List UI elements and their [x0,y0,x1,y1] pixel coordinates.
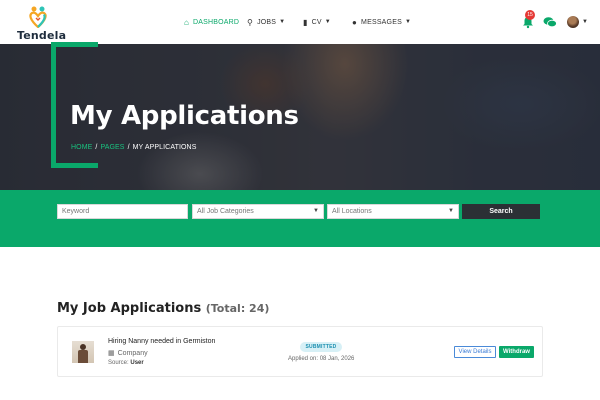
company-name: Company [117,350,148,357]
application-card: Hiring Nanny needed in Germiston ▦ Compan… [57,326,543,377]
notifications-button[interactable]: 15 [521,10,536,29]
building-icon: ▦ [108,350,115,357]
location-value: All Locations [332,208,372,215]
document-icon: ▮ [303,17,308,27]
nav-messages-label: MESSAGES [361,18,402,26]
chevron-down-icon: ▼ [404,19,412,25]
applications-total: (Total: 24) [205,302,270,315]
chevron-down-icon: ▼ [582,19,588,25]
breadcrumb-home[interactable]: HOME [71,144,92,151]
chat-icon: ● [352,17,358,27]
notification-count-badge: 15 [525,10,536,20]
location-select[interactable]: All Locations ▼ [327,204,459,219]
top-header: Tendela ⌂ DASHBOARD ⚲ JOBS ▼ ▮ CV ▼ ● ME… [0,0,600,44]
keyword-input[interactable]: Keyword [57,204,188,219]
page-title: My Applications [70,101,299,131]
nav-jobs-label: JOBS [257,18,277,26]
nav-cv[interactable]: ▮ CV ▼ [303,0,331,44]
chevron-down-icon: ▼ [448,208,454,214]
nav-dashboard-label: DASHBOARD [193,18,240,26]
company-line: ▦ Company [108,349,148,357]
view-details-button[interactable]: View Details [454,346,496,358]
applications-heading: My Job Applications (Total: 24) [57,301,269,316]
source-value: User [130,360,144,366]
chevron-down-icon: ▼ [313,208,319,214]
source-line: Source: User [108,360,144,366]
job-title[interactable]: Hiring Nanny needed in Germiston [108,338,215,345]
chevron-down-icon: ▼ [324,19,331,25]
source-label: Source: [108,360,129,366]
job-category-select[interactable]: All Job Categories ▼ [192,204,324,219]
brand-logo[interactable]: Tendela [17,6,66,42]
brand-name: Tendela [17,29,67,42]
header-icons: 15 ▼ [521,10,588,32]
search-icon: ⚲ [247,17,254,27]
search-button[interactable]: Search [462,204,540,219]
home-icon: ⌂ [184,17,190,27]
job-category-value: All Job Categories [197,208,254,215]
chevron-down-icon: ▼ [279,19,286,25]
breadcrumb: HOME / PAGES / MY APPLICATIONS [71,144,197,151]
avatar [567,16,580,28]
nav-cv-label: CV [311,18,322,26]
nav-jobs[interactable]: ⚲ JOBS ▼ [247,0,285,44]
user-menu[interactable]: ▼ [567,16,588,28]
heart-people-logo-icon [29,6,47,28]
applications-heading-text: My Job Applications [57,301,202,316]
job-thumbnail [72,341,94,363]
nav-dashboard[interactable]: ⌂ DASHBOARD [184,0,239,44]
breadcrumb-current: MY APPLICATIONS [132,144,197,151]
breadcrumb-pages[interactable]: PAGES [100,144,124,151]
status-badge: SUBMITTED [300,342,342,352]
nav-messages[interactable]: ● MESSAGES ▼ [352,0,411,44]
applied-date: Applied on: 08 Jan, 2026 [288,356,355,362]
chat-bubbles-icon[interactable] [543,16,557,28]
withdraw-button[interactable]: Withdraw [499,346,534,358]
